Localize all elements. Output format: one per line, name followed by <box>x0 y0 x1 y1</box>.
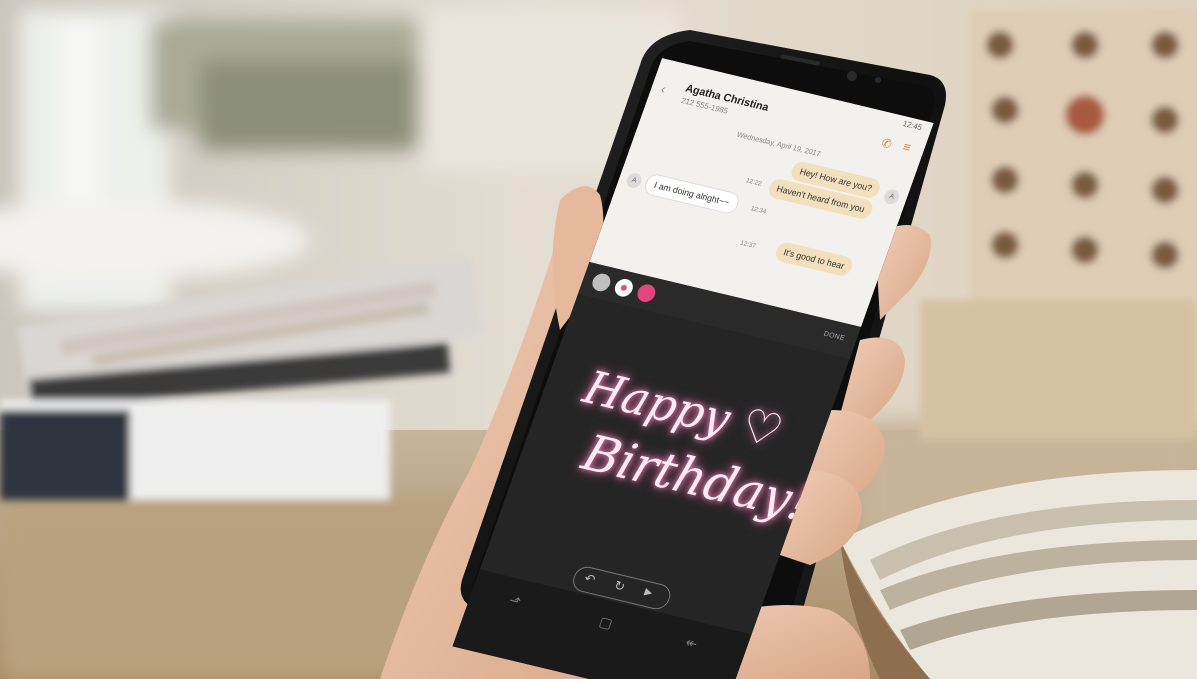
message-time: 12:22 <box>744 177 763 188</box>
done-button[interactable]: DONE <box>823 331 846 343</box>
background-picker-button[interactable] <box>589 271 613 293</box>
phone-call-icon[interactable]: ✆ <box>880 136 894 152</box>
home-icon[interactable]: ▢ <box>597 613 615 632</box>
message-time: 12:34 <box>749 205 768 216</box>
heart-icon: ♡ <box>733 397 791 459</box>
avatar: A <box>624 171 644 190</box>
play-icon[interactable]: ▶ <box>643 587 654 599</box>
pen-style-button[interactable] <box>612 277 636 299</box>
recent-apps-icon[interactable]: ⬏ <box>507 592 523 611</box>
photo-scene: 12:45 ‹ Agatha Christina 212 555-1985 ✆ … <box>0 0 1197 679</box>
redo-icon[interactable]: ↻ <box>612 578 627 596</box>
message-bubble: It's good to hear <box>772 240 855 278</box>
message-time: 12:37 <box>739 239 757 250</box>
back-icon[interactable]: ↞ <box>683 634 699 653</box>
back-arrow-icon[interactable]: ‹ <box>659 81 668 96</box>
status-time: 12:45 <box>901 119 924 133</box>
menu-icon[interactable]: ≡ <box>901 139 913 155</box>
undo-icon[interactable]: ↶ <box>582 570 597 588</box>
pen-color-button[interactable] <box>634 282 658 304</box>
message-bubble: I am doing alright~~ <box>642 172 742 216</box>
avatar: A <box>882 188 902 206</box>
